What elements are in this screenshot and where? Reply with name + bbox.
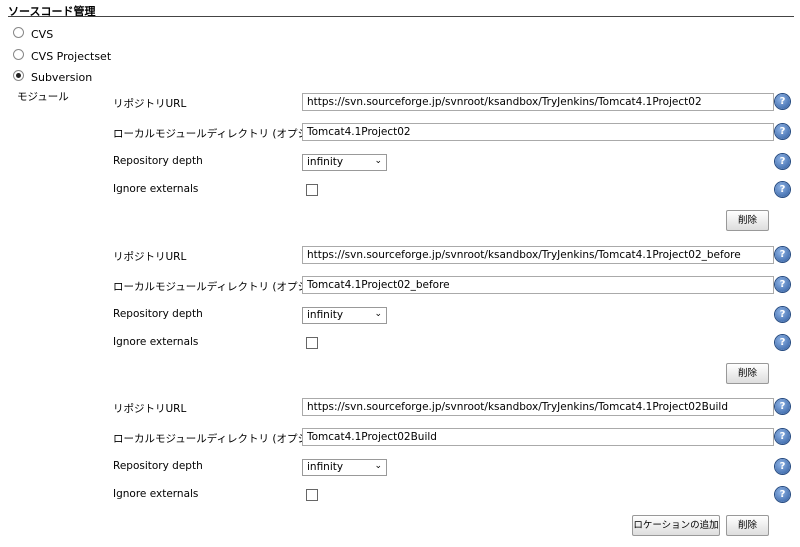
ignore-externals-checkbox[interactable]: [306, 489, 318, 501]
radio-label-cvs: CVS: [31, 28, 54, 41]
radio-cvs-projectset[interactable]: [13, 49, 24, 60]
depth-value: infinity: [307, 461, 344, 473]
depth-value: infinity: [307, 308, 344, 321]
delete-button[interactable]: 削除: [726, 362, 769, 384]
chevron-down-icon: ⌄: [374, 308, 382, 319]
depth-select[interactable]: infinity ⌄: [302, 459, 387, 476]
ignore-externals-checkbox[interactable]: [306, 184, 318, 196]
depth-label: Repository depth: [113, 155, 203, 167]
help-icon[interactable]: ?: [775, 399, 790, 414]
help-icon[interactable]: ?: [775, 246, 790, 262]
help-icon[interactable]: ?: [775, 182, 790, 197]
delete-button[interactable]: 削除: [726, 210, 769, 231]
local-dir-input[interactable]: Tomcat4.1Project02Build: [302, 428, 774, 446]
help-icon[interactable]: ?: [775, 124, 790, 139]
depth-label: Repository depth: [113, 460, 203, 472]
local-dir-input[interactable]: Tomcat4.1Project02: [302, 123, 774, 141]
help-icon[interactable]: ?: [775, 459, 790, 474]
depth-label: Repository depth: [113, 307, 203, 320]
help-icon[interactable]: ?: [775, 276, 790, 292]
radio-subversion[interactable]: [13, 70, 24, 81]
local-dir-label: ローカルモジュールディレクトリ (オプション): [113, 433, 334, 445]
module-location: リポジトリURL https://svn.sourceforge.jp/svnr…: [0, 92, 800, 242]
radio-label-cvs-projectset: CVS Projectset: [31, 50, 112, 63]
ignore-externals-checkbox[interactable]: [306, 336, 318, 349]
repo-url-label: リポジトリURL: [113, 98, 187, 110]
ignore-externals-label: Ignore externals: [113, 183, 199, 195]
local-dir-label: ローカルモジュールディレクトリ (オプション): [113, 128, 334, 140]
radio-label-subversion: Subversion: [31, 71, 93, 84]
help-icon[interactable]: ?: [775, 94, 790, 109]
help-icon[interactable]: ?: [775, 487, 790, 502]
add-location-button[interactable]: ロケーションの追加: [632, 515, 720, 536]
chevron-down-icon: ⌄: [374, 461, 382, 471]
repo-url-input[interactable]: https://svn.sourceforge.jp/svnroot/ksand…: [302, 245, 774, 264]
help-icon[interactable]: ?: [775, 154, 790, 169]
repo-url-label: リポジトリURL: [113, 250, 187, 263]
help-icon[interactable]: ?: [775, 306, 790, 322]
depth-select[interactable]: infinity ⌄: [302, 306, 387, 324]
repo-url-label: リポジトリURL: [113, 403, 187, 415]
depth-value: infinity: [307, 156, 344, 168]
depth-select[interactable]: infinity ⌄: [302, 154, 387, 171]
help-icon[interactable]: ?: [775, 429, 790, 444]
chevron-down-icon: ⌄: [374, 156, 382, 166]
module-location: リポジトリURL https://svn.sourceforge.jp/svnr…: [0, 245, 800, 395]
module-location: リポジトリURL https://svn.sourceforge.jp/svnr…: [0, 397, 800, 547]
help-icon[interactable]: ?: [775, 334, 790, 350]
delete-button[interactable]: 削除: [726, 515, 769, 536]
ignore-externals-label: Ignore externals: [113, 488, 199, 500]
local-dir-input[interactable]: Tomcat4.1Project02_before: [302, 275, 774, 294]
radio-cvs[interactable]: [13, 27, 24, 38]
divider: [8, 16, 794, 17]
repo-url-input[interactable]: https://svn.sourceforge.jp/svnroot/ksand…: [302, 398, 774, 416]
repo-url-input[interactable]: https://svn.sourceforge.jp/svnroot/ksand…: [302, 93, 774, 111]
local-dir-label: ローカルモジュールディレクトリ (オプション): [113, 280, 334, 293]
ignore-externals-label: Ignore externals: [113, 335, 199, 348]
